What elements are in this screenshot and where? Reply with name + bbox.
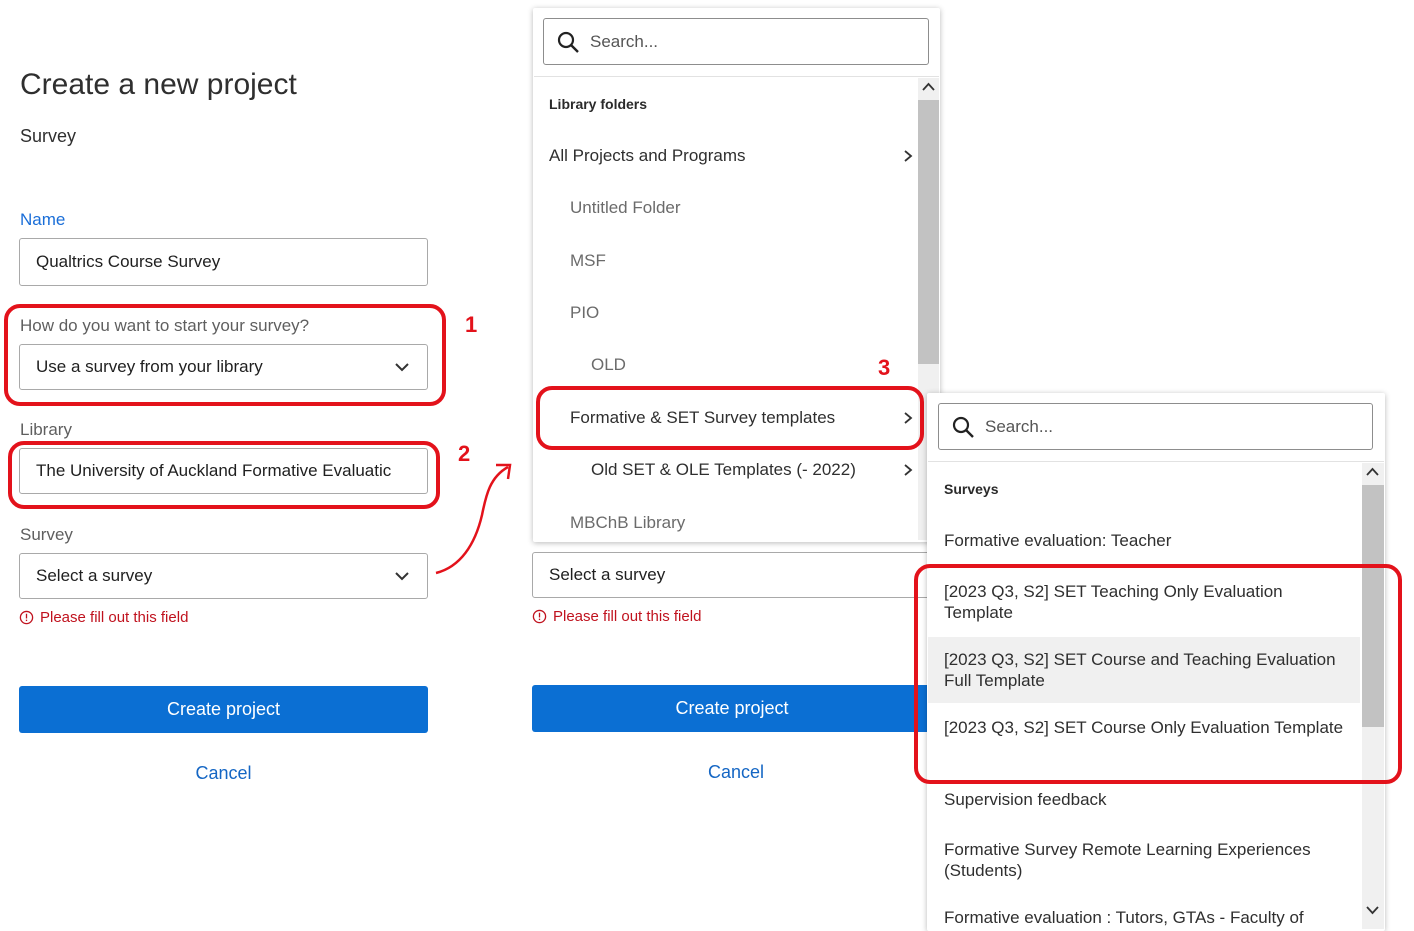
scroll-down-icon[interactable] <box>1366 905 1379 915</box>
survey-select-2-placeholder: Select a survey <box>549 565 666 584</box>
annotation-box-4 <box>914 564 1402 784</box>
search-icon <box>557 31 579 53</box>
annotation-box-2 <box>8 441 440 509</box>
create-project-button-2[interactable]: Create project <box>532 685 932 732</box>
chevron-down-icon <box>395 572 409 581</box>
name-label: Name <box>20 210 66 229</box>
survey-select-placeholder: Select a survey <box>36 566 153 585</box>
survey-item-formative-teacher[interactable]: Formative evaluation: Teacher <box>928 530 1360 554</box>
annotation-arrow <box>435 463 512 575</box>
divider <box>928 461 1384 462</box>
error-icon <box>532 609 547 624</box>
folder-item-label: MSF <box>570 251 606 270</box>
folder-item-old-set-ole[interactable]: Old SET & OLE Templates (- 2022) <box>591 450 915 490</box>
survey-item-tutors-gtas[interactable]: Formative evaluation : Tutors, GTAs - Fa… <box>928 907 1360 927</box>
folder-item-label: Old SET & OLE Templates (- 2022) <box>591 460 856 479</box>
survey-item-label: Formative Survey Remote Learning Experie… <box>944 840 1311 880</box>
page-title: Create a new project <box>20 68 297 101</box>
library-search-input[interactable]: Search... <box>543 18 929 65</box>
survey-select-2[interactable]: Select a survey <box>532 552 932 598</box>
survey-error-text: Please fill out this field <box>40 609 189 626</box>
folder-item-label: PIO <box>570 303 600 322</box>
survey-select[interactable]: Select a survey <box>19 553 428 599</box>
library-label: Library <box>20 420 72 439</box>
survey-item-supervision[interactable]: Supervision feedback <box>928 789 1360 813</box>
folder-item-mbchb[interactable]: MBChB Library <box>570 503 915 543</box>
library-search-placeholder: Search... <box>590 31 659 51</box>
folder-item-pio[interactable]: PIO <box>570 293 915 333</box>
project-type-label: Survey <box>20 126 77 146</box>
scroll-up-icon[interactable] <box>1366 467 1379 477</box>
folder-item-all-projects[interactable]: All Projects and Programs <box>549 136 915 176</box>
survey-item-label: Formative evaluation : Tutors, GTAs - Fa… <box>944 908 1304 927</box>
create-project-button[interactable]: Create project <box>19 686 428 733</box>
folder-item-old[interactable]: OLD <box>591 345 915 385</box>
survey-item-remote-learning[interactable]: Formative Survey Remote Learning Experie… <box>928 839 1360 887</box>
survey-error-2-text: Please fill out this field <box>553 608 702 625</box>
chevron-right-icon <box>904 464 913 476</box>
folder-item-msf[interactable]: MSF <box>570 241 915 281</box>
folder-item-label: All Projects and Programs <box>549 146 746 165</box>
library-folders-heading: Library folders <box>549 96 648 112</box>
name-input[interactable]: Qualtrics Course Survey <box>19 238 428 286</box>
annotation-box-1 <box>4 304 446 406</box>
name-input-value: Qualtrics Course Survey <box>36 252 221 271</box>
survey-error: Please fill out this field <box>19 609 188 626</box>
cancel-link[interactable]: Cancel <box>19 763 428 784</box>
survey-item-label: Formative evaluation: Teacher <box>944 531 1172 550</box>
surveys-heading: Surveys <box>944 481 999 497</box>
library-scrollbar-thumb[interactable] <box>918 100 939 364</box>
cancel-link-2[interactable]: Cancel <box>532 762 940 783</box>
survey-search-placeholder: Search... <box>985 416 1054 436</box>
annotation-number-1: 1 <box>465 312 478 337</box>
search-icon <box>952 416 974 438</box>
annotation-number-3: 3 <box>878 355 891 380</box>
scroll-up-icon[interactable] <box>922 82 935 92</box>
annotation-box-3 <box>536 386 924 450</box>
folder-item-label: MBChB Library <box>570 513 686 532</box>
chevron-right-icon <box>904 150 913 162</box>
folder-item-untitled[interactable]: Untitled Folder <box>570 188 915 228</box>
survey-label: Survey <box>20 525 73 544</box>
error-icon <box>19 610 34 625</box>
folder-item-label: Untitled Folder <box>570 198 681 217</box>
folder-item-label: OLD <box>591 355 626 374</box>
survey-search-input[interactable]: Search... <box>938 403 1373 450</box>
survey-item-label: Supervision feedback <box>944 790 1107 809</box>
survey-error-2: Please fill out this field <box>532 608 701 625</box>
divider <box>534 76 939 77</box>
